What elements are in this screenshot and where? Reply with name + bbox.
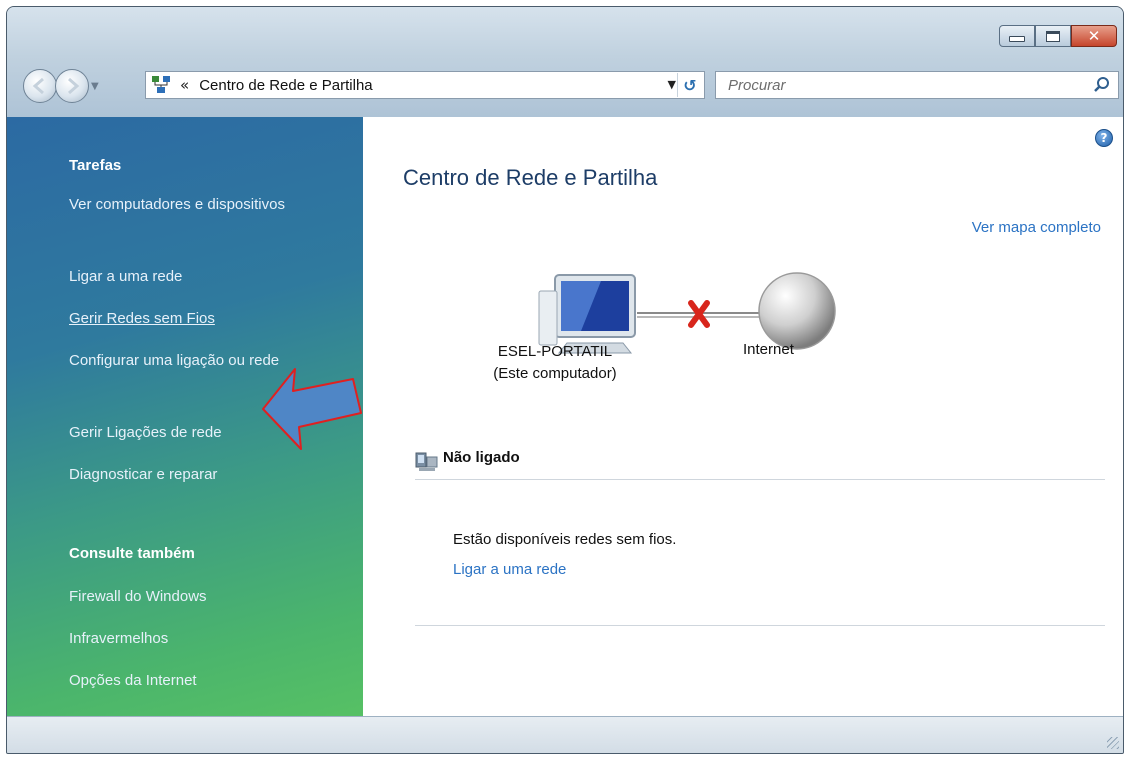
sidebar-link-connect-network[interactable]: Ligar a uma rede [69,267,329,287]
forward-button[interactable] [55,69,89,103]
search-placeholder: Procurar [728,77,786,94]
caption-buttons: ✕ [999,25,1117,47]
computer-subtitle: (Este computador) [493,365,617,382]
view-full-map-link[interactable]: Ver mapa completo [972,219,1101,236]
maximize-icon [1046,30,1060,42]
sidebar-link-infrared[interactable]: Infravermelhos [69,629,329,649]
search-input[interactable]: Procurar [715,71,1119,99]
back-arrow-icon [32,77,44,95]
computer-name: ESEL-PORTATIL [497,343,613,360]
task-pane: Tarefas Ver computadores e dispositivos … [7,117,363,719]
connect-to-network-link[interactable]: Ligar a uma rede [453,561,566,578]
status-section-title: Não ligado [443,449,520,466]
refresh-icon[interactable]: ↺ [677,73,702,97]
sidebar-link-windows-firewall[interactable]: Firewall do Windows [69,587,329,607]
wireless-available-message: Estão disponíveis redes sem fios. [453,531,677,548]
back-button[interactable] [23,69,57,103]
search-icon[interactable] [1092,75,1112,95]
computer-label: ESEL-PORTATIL (Este computador) [455,341,655,385]
see-also-heading: Consulte também [69,545,195,562]
close-button[interactable]: ✕ [1071,25,1117,47]
help-icon[interactable]: ? [1095,129,1113,147]
close-icon: ✕ [1087,27,1101,45]
address-path[interactable]: Centro de Rede e Partilha [199,77,372,94]
forward-arrow-icon [68,77,80,95]
section-divider-bottom [415,625,1105,626]
status-bar [7,716,1123,753]
page-title: Centro de Rede e Partilha [403,165,658,190]
tasks-heading: Tarefas [69,157,122,174]
main-content: ? Centro de Rede e Partilha Ver mapa com… [363,117,1123,719]
network-center-icon [150,74,172,96]
section-divider [415,479,1105,480]
sidebar-link-view-computers[interactable]: Ver computadores e dispositivos [69,195,329,215]
address-dropdown-icon[interactable]: ▼ [668,78,676,91]
title-bar: ✕ ▼ « Centro de Rede e Partilha ▼ ↺ Proc… [7,7,1123,117]
annotation-arrow-icon [262,368,362,450]
maximize-button[interactable] [1035,25,1071,47]
recent-pages-dropdown[interactable]: ▼ [91,81,99,92]
network-sharing-center-window: ✕ ▼ « Centro de Rede e Partilha ▼ ↺ Proc… [6,6,1124,754]
help-glyph: ? [1100,131,1108,145]
minimize-button[interactable] [999,25,1035,47]
sidebar-link-manage-wireless[interactable]: Gerir Redes sem Fios [69,309,329,329]
internet-label: Internet [743,341,794,358]
network-status-icon [415,452,438,471]
address-breadcrumb-chevron[interactable]: « [180,76,189,94]
internet-globe-icon[interactable] [758,272,836,350]
address-bar[interactable]: « Centro de Rede e Partilha ▼ ↺ [145,71,705,99]
sidebar-link-diagnose-repair[interactable]: Diagnosticar e reparar [69,465,329,485]
sidebar-link-internet-options[interactable]: Opções da Internet [69,671,329,691]
resize-grip[interactable] [1107,737,1119,749]
minimize-icon [1009,36,1025,42]
